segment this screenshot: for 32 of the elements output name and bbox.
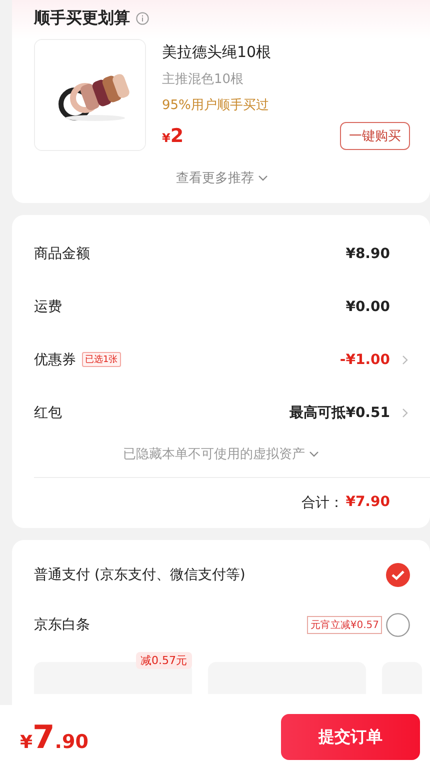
row-value: 最高可抵¥0.51 (290, 404, 390, 422)
chevron-right-icon[interactable] (402, 354, 408, 364)
coupon-tag: 已选1张 (82, 352, 121, 367)
chevron-right-icon[interactable] (402, 408, 408, 418)
row-value: -¥1.00 (340, 352, 390, 368)
checked-radio-icon[interactable] (386, 563, 410, 587)
discount-tag: 元宵立减¥0.57 (307, 616, 382, 634)
row-label: 红包 (34, 404, 62, 422)
order-total: ¥7.90 (20, 718, 88, 756)
payment-option[interactable]: 京东白条 (34, 616, 308, 634)
row-value: ¥0.00 (346, 298, 390, 314)
row-label: 商品金额 (34, 244, 90, 262)
row-label: 运费 (34, 298, 62, 316)
hidden-assets-note[interactable]: 已隐藏本单不可使用的虚拟资产 (123, 445, 305, 463)
info-icon[interactable] (136, 12, 149, 25)
total-value: ¥7.90 (346, 494, 390, 512)
payment-option[interactable]: 普通支付 (京东支付、微信支付等) (34, 566, 386, 584)
section-title: 顺手买更划算 (34, 8, 130, 29)
popularity-text: 95%用户顺手买过 (162, 97, 270, 114)
chevron-down-icon (309, 451, 319, 457)
total-label: 合计： (302, 494, 344, 512)
buy-button[interactable]: 一键购买 (340, 122, 410, 150)
row-label: 优惠券 (34, 350, 76, 368)
more-link[interactable]: 查看更多推荐 (176, 169, 254, 187)
product-variant: 主推混色10根 (162, 71, 245, 88)
product-name: 美拉德头绳10根 (162, 43, 272, 62)
radio-button[interactable] (386, 613, 410, 637)
product-price: ¥2 (162, 125, 184, 147)
submit-order-button[interactable]: 提交订单 (281, 714, 420, 760)
row-value: ¥8.90 (346, 246, 390, 262)
chevron-down-icon (258, 175, 268, 181)
discount-tag: 减0.57元 (136, 652, 192, 669)
